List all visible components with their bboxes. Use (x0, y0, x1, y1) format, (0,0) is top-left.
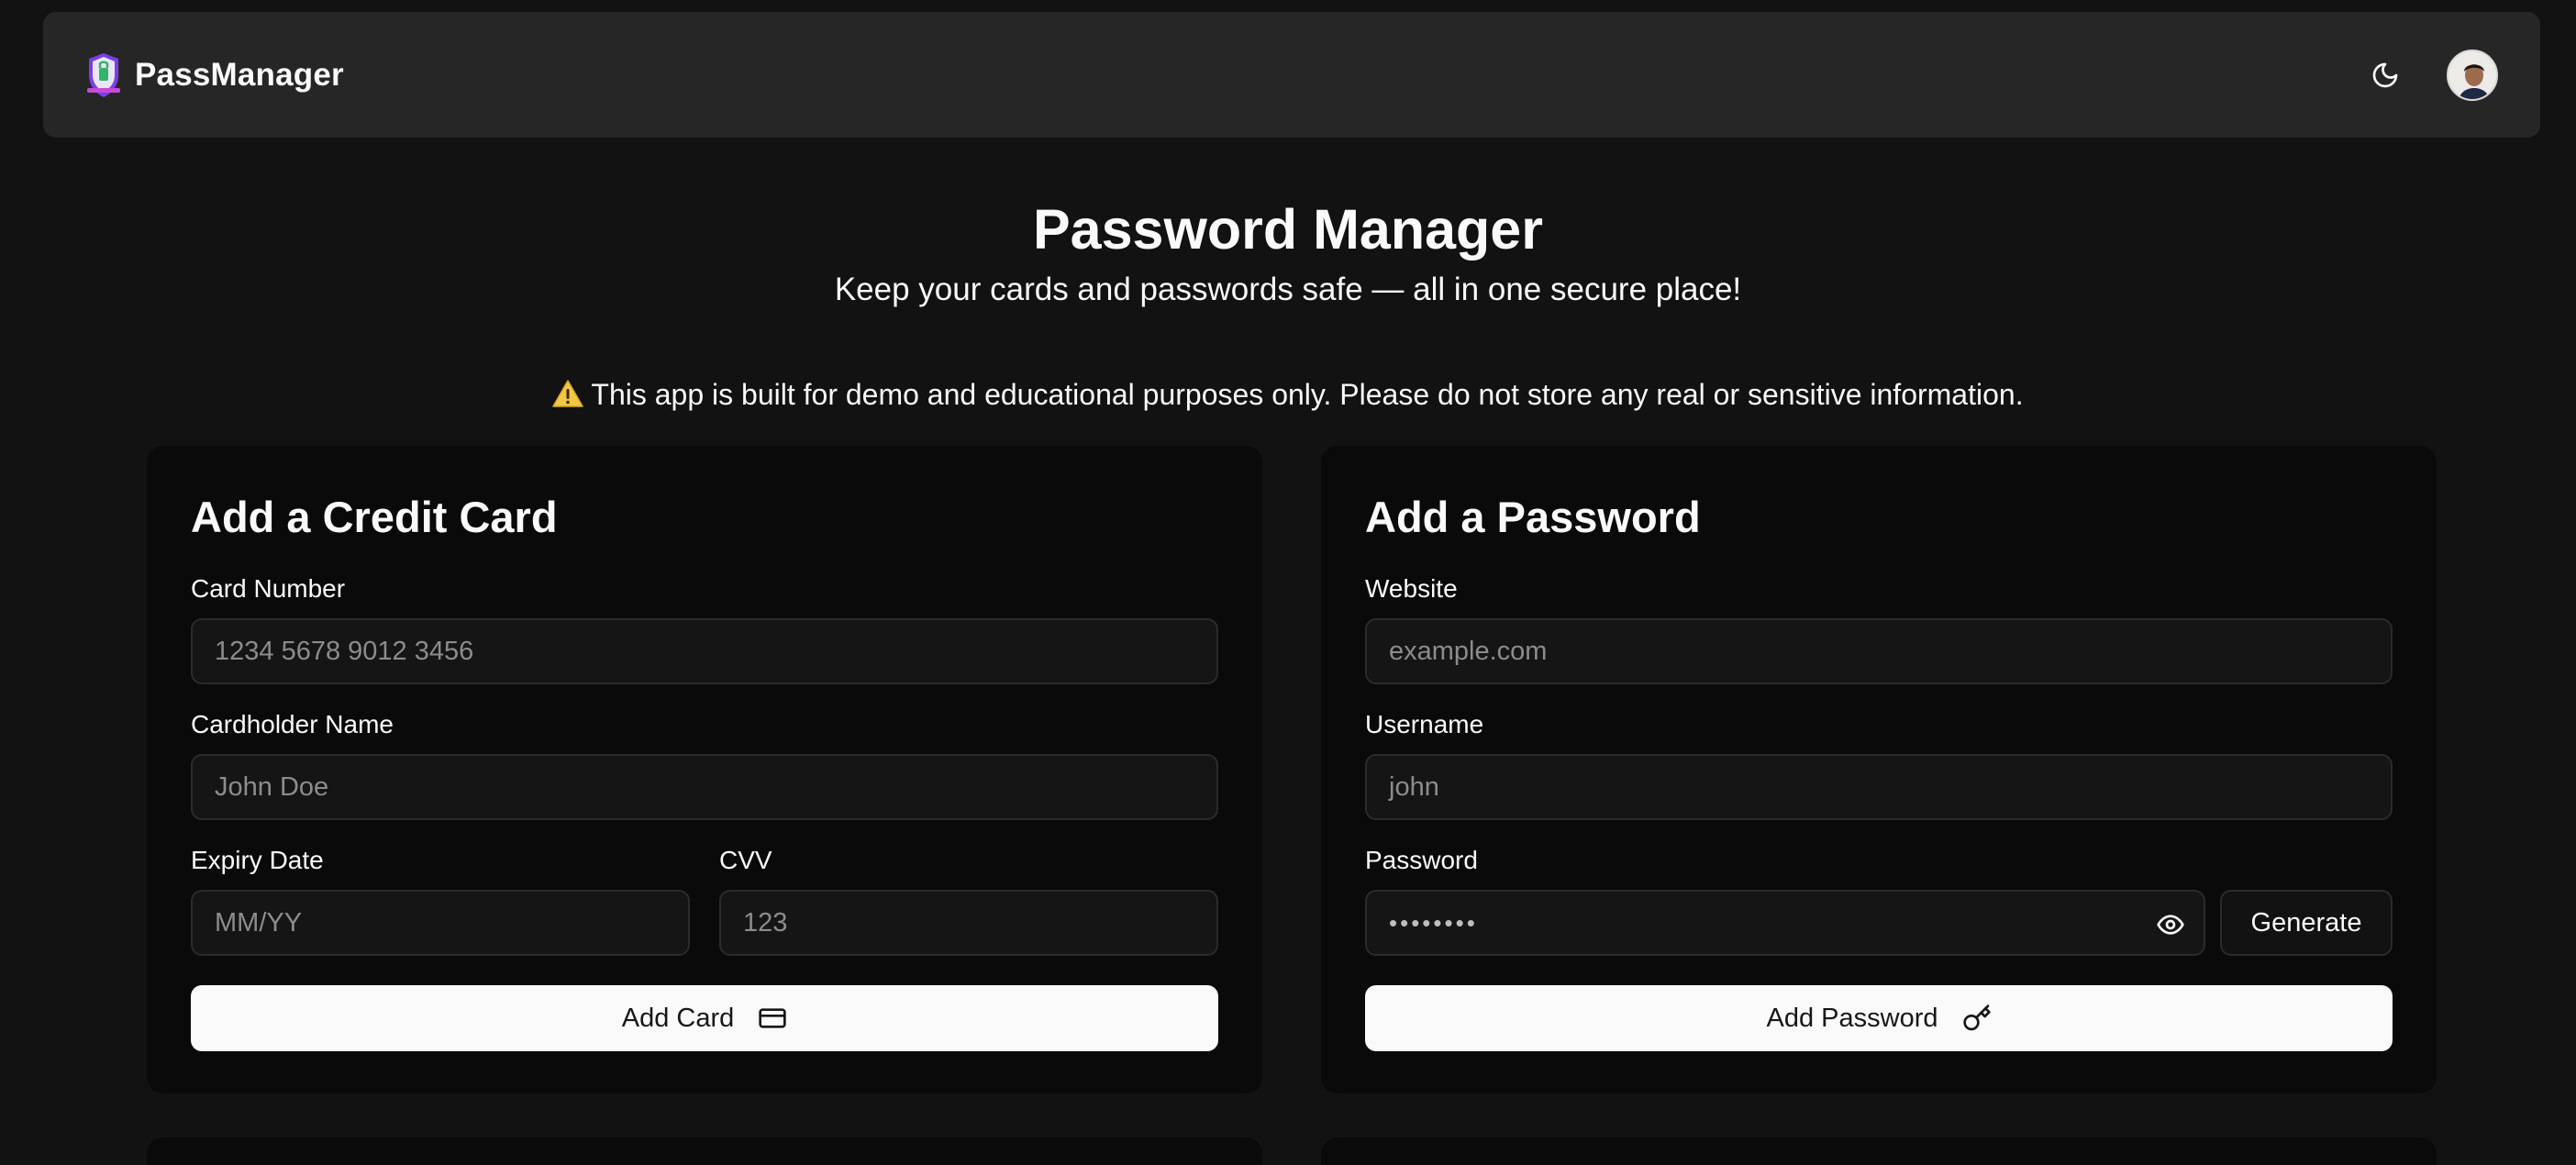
demo-notice: This app is built for demo and education… (0, 374, 2576, 415)
credit-card-icon (758, 1004, 787, 1033)
expiry-date-placeholder: MM/YY (215, 908, 302, 938)
moon-icon (2371, 61, 2400, 90)
credit-card-form-title: Add a Credit Card (191, 492, 558, 542)
generate-label: Generate (2251, 908, 2362, 938)
website-label: Website (1365, 574, 1458, 604)
cvv-placeholder: 123 (743, 908, 787, 938)
credit-card-form: Add a Credit Card Card Number 1234 5678 … (147, 446, 1262, 1093)
avatar-image (2448, 51, 2498, 101)
nav-actions (2360, 50, 2498, 101)
website-placeholder: example.com (1389, 637, 1547, 667)
card-number-placeholder: 1234 5678 9012 3456 (215, 637, 473, 667)
warning-icon (552, 379, 583, 408)
key-icon (1962, 1004, 1992, 1033)
theme-toggle-button[interactable] (2360, 50, 2410, 100)
username-input[interactable]: john (1365, 754, 2393, 820)
cvv-label: CVV (719, 846, 772, 875)
generate-password-button[interactable]: Generate (2220, 890, 2393, 956)
hero-section: Password Manager Keep your cards and pas… (0, 194, 2576, 310)
navbar: PassManager (43, 12, 2540, 138)
brand-name: PassManager (135, 57, 344, 94)
cardholder-name-label: Cardholder Name (191, 710, 394, 739)
cardholder-name-placeholder: John Doe (215, 772, 328, 803)
username-placeholder: john (1389, 772, 1439, 803)
cardholder-name-input[interactable]: John Doe (191, 754, 1218, 820)
shield-logo-icon (85, 51, 122, 99)
card-number-label: Card Number (191, 574, 345, 604)
username-label: Username (1365, 710, 1483, 739)
password-form: Add a Password Website example.com Usern… (1321, 446, 2437, 1093)
expiry-date-label: Expiry Date (191, 846, 324, 875)
user-avatar[interactable] (2447, 50, 2498, 101)
cvv-input[interactable]: 123 (719, 890, 1218, 956)
password-placeholder: •••••••• (1389, 909, 1478, 938)
brand[interactable]: PassManager (85, 51, 344, 99)
notice-text: This app is built for demo and education… (591, 378, 2023, 411)
password-form-title: Add a Password (1365, 492, 1701, 542)
page-subtitle: Keep your cards and passwords safe — all… (0, 270, 2576, 310)
eye-icon[interactable] (2156, 910, 2185, 939)
website-input[interactable]: example.com (1365, 618, 2393, 684)
next-card-left (147, 1137, 1262, 1165)
add-card-label: Add Card (622, 1004, 735, 1034)
password-input[interactable]: •••••••• (1365, 890, 2205, 956)
add-password-button[interactable]: Add Password (1365, 985, 2393, 1051)
next-card-right (1321, 1137, 2437, 1165)
page-title: Password Manager (0, 194, 2576, 264)
password-label: Password (1365, 846, 1478, 875)
add-card-button[interactable]: Add Card (191, 985, 1218, 1051)
card-number-input[interactable]: 1234 5678 9012 3456 (191, 618, 1218, 684)
add-password-label: Add Password (1767, 1004, 1938, 1034)
expiry-date-input[interactable]: MM/YY (191, 890, 690, 956)
